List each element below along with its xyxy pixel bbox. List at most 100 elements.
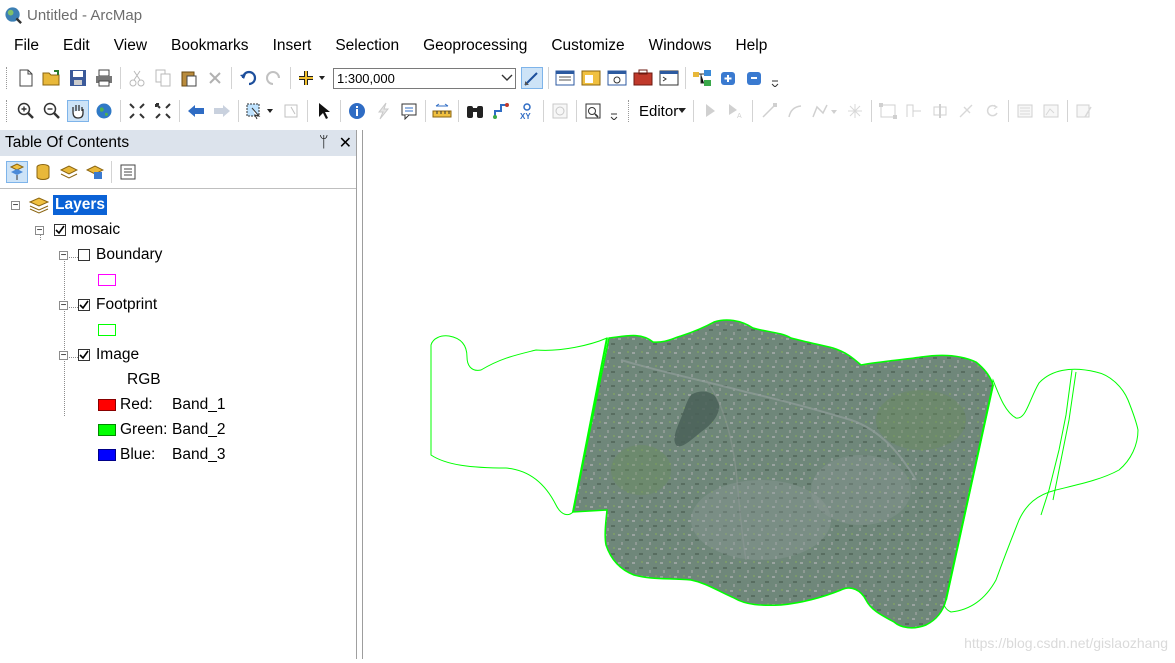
database-connect-icon[interactable] bbox=[743, 67, 765, 89]
boundary-layer-label[interactable]: Boundary bbox=[96, 246, 162, 264]
select-features-icon[interactable] bbox=[244, 100, 276, 122]
list-by-selection-icon[interactable] bbox=[84, 161, 106, 183]
list-by-source-icon[interactable] bbox=[32, 161, 54, 183]
database-add-icon[interactable] bbox=[717, 67, 739, 89]
edit-tool-icon[interactable] bbox=[699, 100, 721, 122]
layers-root-row[interactable]: − Layers bbox=[11, 194, 107, 216]
print-icon[interactable] bbox=[93, 67, 115, 89]
edit-annotation-icon[interactable]: A bbox=[725, 100, 747, 122]
toolbar-grip[interactable] bbox=[6, 67, 10, 89]
cut-icon[interactable] bbox=[126, 67, 148, 89]
footprint-layer-row[interactable]: − Footprint bbox=[59, 294, 157, 316]
menu-selection[interactable]: Selection bbox=[321, 37, 409, 55]
menu-insert[interactable]: Insert bbox=[259, 37, 322, 55]
menu-file[interactable]: File bbox=[0, 37, 49, 55]
visibility-checkbox[interactable] bbox=[78, 249, 90, 261]
blue-band-row[interactable]: Blue: Band_3 bbox=[98, 444, 225, 466]
mosaic-group-row[interactable]: − mosaic bbox=[35, 219, 120, 241]
trace-tool-icon[interactable] bbox=[810, 100, 840, 122]
save-icon[interactable] bbox=[67, 67, 89, 89]
visibility-checkbox[interactable] bbox=[54, 224, 66, 236]
boundary-symbol-swatch[interactable] bbox=[98, 274, 116, 286]
green-band-row[interactable]: Green: Band_2 bbox=[98, 419, 225, 441]
fixed-zoom-in-icon[interactable] bbox=[126, 100, 148, 122]
visibility-checkbox[interactable] bbox=[78, 299, 90, 311]
copy-icon[interactable] bbox=[152, 67, 174, 89]
pin-icon[interactable]: ᛘ bbox=[319, 134, 329, 152]
layers-root-label[interactable]: Layers bbox=[53, 195, 107, 215]
full-extent-globe-icon[interactable] bbox=[93, 100, 115, 122]
menu-edit[interactable]: Edit bbox=[49, 37, 100, 55]
add-data-icon[interactable] bbox=[296, 67, 328, 89]
pan-hand-icon[interactable] bbox=[67, 100, 89, 122]
menu-help[interactable]: Help bbox=[721, 37, 777, 55]
zoom-out-icon[interactable] bbox=[41, 100, 63, 122]
collapse-toggle[interactable]: − bbox=[35, 225, 44, 235]
menu-view[interactable]: View bbox=[100, 37, 157, 55]
go-back-arrow-icon[interactable] bbox=[185, 100, 207, 122]
go-forward-arrow-icon[interactable] bbox=[211, 100, 233, 122]
boundary-layer-row[interactable]: − Boundary bbox=[59, 244, 162, 266]
search-window-icon[interactable] bbox=[606, 67, 628, 89]
menu-geoprocessing[interactable]: Geoprocessing bbox=[409, 37, 537, 55]
python-window-icon[interactable] bbox=[658, 67, 680, 89]
red-band-row[interactable]: Red: Band_1 bbox=[98, 394, 225, 416]
arctoolbox-icon[interactable] bbox=[632, 67, 654, 89]
footprint-layer-label[interactable]: Footprint bbox=[96, 296, 157, 314]
zoom-in-icon[interactable] bbox=[15, 100, 37, 122]
list-by-visibility-icon[interactable] bbox=[58, 161, 80, 183]
visibility-checkbox[interactable] bbox=[78, 349, 90, 361]
reshape-feature-icon[interactable] bbox=[903, 100, 925, 122]
toolbar-options-icon[interactable] bbox=[608, 100, 620, 122]
collapse-toggle[interactable]: − bbox=[11, 200, 20, 210]
go-to-xy-icon[interactable]: XY bbox=[516, 100, 538, 122]
map-scale-combobox[interactable]: 1:300,000 bbox=[333, 67, 516, 89]
mosaic-group-label[interactable]: mosaic bbox=[71, 221, 120, 239]
fixed-zoom-out-icon[interactable] bbox=[152, 100, 174, 122]
image-layer-row[interactable]: − Image bbox=[59, 344, 139, 366]
boundary-symbol-row[interactable] bbox=[98, 269, 116, 291]
map-display[interactable]: https://blog.csdn.net/gislaozhang bbox=[362, 130, 1175, 659]
blue-band-swatch[interactable] bbox=[98, 449, 116, 461]
footprint-symbol-swatch[interactable] bbox=[98, 324, 116, 336]
image-layer-label[interactable]: Image bbox=[96, 346, 139, 364]
create-viewer-window-icon[interactable] bbox=[582, 100, 604, 122]
table-of-contents-icon[interactable] bbox=[554, 67, 576, 89]
delete-icon[interactable] bbox=[204, 67, 226, 89]
toolbar-options-icon[interactable] bbox=[769, 67, 781, 89]
footprint-symbol-row[interactable] bbox=[98, 319, 116, 341]
list-by-drawing-order-icon[interactable] bbox=[6, 161, 28, 183]
find-route-icon[interactable] bbox=[490, 100, 512, 122]
toolbar-grip[interactable] bbox=[6, 100, 10, 122]
attributes-window-icon[interactable] bbox=[1014, 100, 1036, 122]
sketch-properties-icon[interactable] bbox=[1040, 100, 1062, 122]
red-band-swatch[interactable] bbox=[98, 399, 116, 411]
hyperlink-lightning-icon[interactable] bbox=[372, 100, 394, 122]
create-features-icon[interactable] bbox=[1073, 100, 1095, 122]
paste-icon[interactable] bbox=[178, 67, 200, 89]
end-point-arc-icon[interactable] bbox=[784, 100, 806, 122]
redo-icon[interactable] bbox=[263, 67, 285, 89]
cut-polygons-icon[interactable] bbox=[929, 100, 951, 122]
catalog-window-icon[interactable] bbox=[580, 67, 602, 89]
menu-windows[interactable]: Windows bbox=[635, 37, 722, 55]
menu-bookmarks[interactable]: Bookmarks bbox=[157, 37, 259, 55]
split-tool-icon[interactable] bbox=[955, 100, 977, 122]
modelbuilder-icon[interactable] bbox=[691, 67, 713, 89]
undo-icon[interactable] bbox=[237, 67, 259, 89]
measure-ruler-icon[interactable] bbox=[431, 100, 453, 122]
map-canvas[interactable] bbox=[363, 130, 1175, 659]
rotate-tool-icon[interactable] bbox=[981, 100, 1003, 122]
collapse-toggle[interactable]: − bbox=[59, 300, 68, 310]
identify-icon[interactable] bbox=[346, 100, 368, 122]
toc-options-icon[interactable] bbox=[117, 161, 139, 183]
html-popup-icon[interactable] bbox=[398, 100, 420, 122]
menu-customize[interactable]: Customize bbox=[537, 37, 634, 55]
new-document-icon[interactable] bbox=[15, 67, 37, 89]
find-binoculars-icon[interactable] bbox=[464, 100, 486, 122]
editor-toolbar-toggle-icon[interactable] bbox=[521, 67, 543, 89]
point-sketch-icon[interactable] bbox=[844, 100, 866, 122]
editor-menu-button[interactable]: Editor bbox=[635, 103, 690, 120]
close-icon[interactable]: ✕ bbox=[339, 133, 352, 153]
clear-selection-icon[interactable] bbox=[280, 100, 302, 122]
